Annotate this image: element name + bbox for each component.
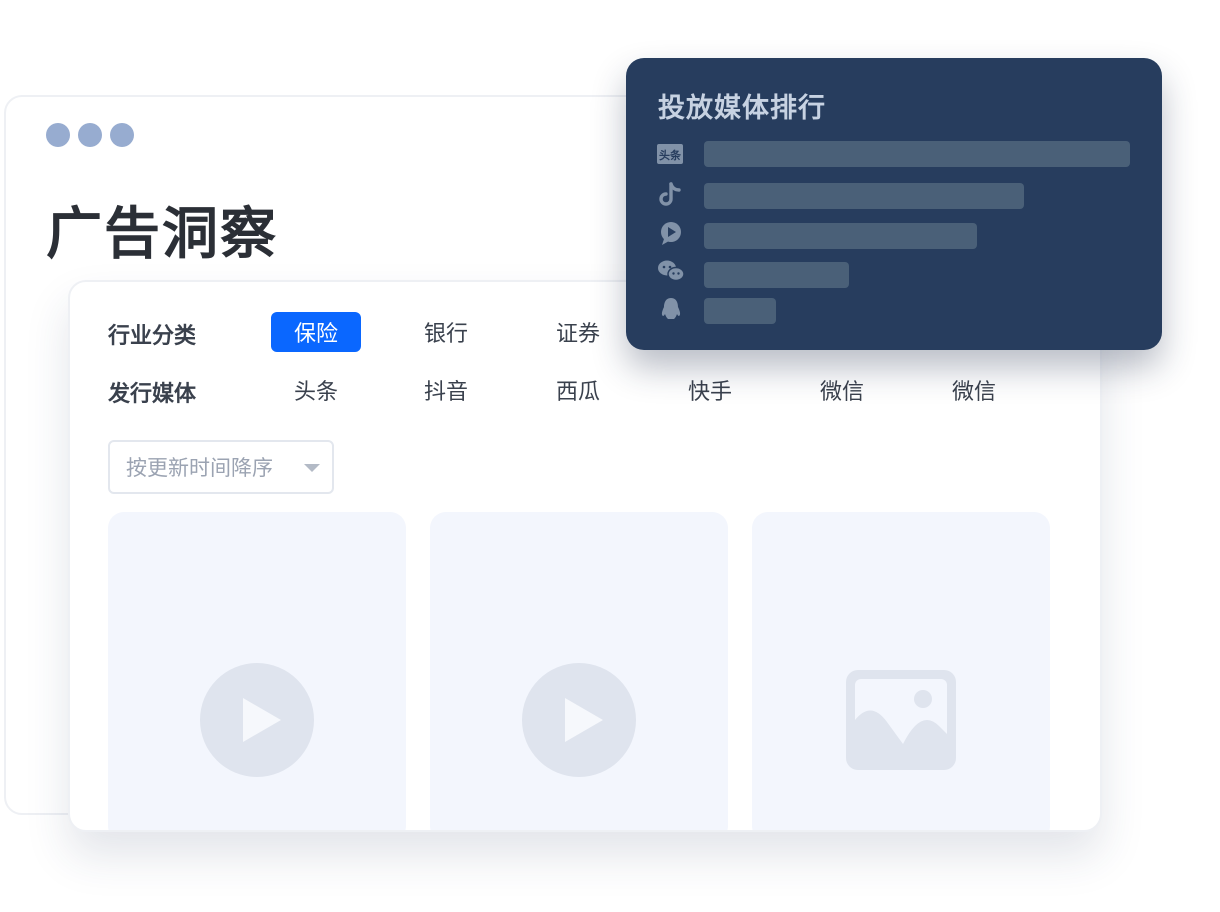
media-chip-wechat-2[interactable]: 微信: [929, 370, 1019, 410]
industry-chip-bank[interactable]: 银行: [401, 312, 491, 352]
industry-chip-securities[interactable]: 证券: [533, 312, 623, 352]
image-icon: [846, 670, 956, 770]
ranking-bar-xigua: [704, 223, 977, 249]
media-filter-label: 发行媒体: [108, 382, 197, 407]
ranking-bar-toutiao: [704, 141, 1130, 167]
media-chip-xigua[interactable]: 西瓜: [533, 370, 623, 410]
ranking-bar-qq: [704, 298, 776, 324]
xigua-icon: [661, 222, 681, 245]
media-ranking-panel: 投放媒体排行 头条: [626, 58, 1162, 350]
ranking-bar-wechat: [704, 262, 849, 288]
window-dot[interactable]: [110, 123, 134, 147]
sort-dropdown-value: 按更新时间降序: [126, 456, 273, 480]
ranking-bar-douyin: [704, 183, 1024, 209]
video-card[interactable]: [430, 512, 728, 830]
toutiao-icon: 头条: [657, 144, 683, 164]
page-title: 广告洞察: [46, 202, 278, 267]
qq-icon: [661, 298, 681, 319]
content-panel: 行业分类 保险 银行 证券 发行媒体 头条 抖音 西瓜 快手 微信 微信 按更新…: [68, 280, 1102, 832]
industry-filter-label: 行业分类: [108, 324, 197, 349]
window-controls: [46, 123, 134, 147]
play-icon: [200, 663, 314, 777]
window-dot[interactable]: [46, 123, 70, 147]
douyin-icon: [659, 182, 681, 206]
chevron-down-icon: [304, 464, 320, 472]
play-icon: [522, 663, 636, 777]
video-card[interactable]: [108, 512, 406, 830]
window-dot[interactable]: [78, 123, 102, 147]
media-chip-kuaishou[interactable]: 快手: [665, 370, 755, 410]
industry-chip-insurance[interactable]: 保险: [271, 312, 361, 352]
media-chip-wechat[interactable]: 微信: [797, 370, 887, 410]
ranking-title: 投放媒体排行: [658, 93, 826, 124]
media-chip-toutiao[interactable]: 头条: [271, 370, 361, 410]
media-chip-douyin[interactable]: 抖音: [401, 370, 491, 410]
sort-dropdown[interactable]: 按更新时间降序: [108, 440, 334, 494]
toutiao-icon-text: 头条: [659, 148, 682, 162]
image-card[interactable]: [752, 512, 1050, 830]
wechat-icon: [658, 260, 685, 282]
